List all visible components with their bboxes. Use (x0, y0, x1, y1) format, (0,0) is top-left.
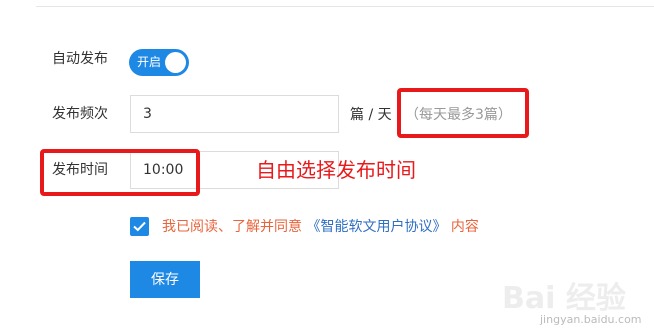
toggle-knob (165, 52, 186, 73)
frequency-label: 发布频次 (52, 106, 108, 122)
settings-page: 自动发布 开启 发布频次 3 篇 / 天 （每天最多3篇） 发布时间 10:00… (0, 0, 654, 334)
agreement-checkbox[interactable] (130, 217, 149, 236)
agreement-suffix: 内容 (450, 219, 479, 235)
watermark-url: jingyan.baidu.com (540, 313, 642, 326)
frequency-unit: 篇 / 天 (350, 107, 392, 123)
hint-highlight-box (397, 88, 529, 138)
agreement-row: 我已阅读、了解并同意 《智能软文用户协议》 内容 (162, 217, 479, 237)
auto-publish-label: 自动发布 (52, 51, 108, 67)
agreement-text: 我已阅读、了解并同意 (162, 219, 302, 235)
publish-time-highlight-box (40, 149, 200, 196)
top-divider (36, 6, 654, 7)
auto-publish-toggle[interactable]: 开启 (129, 49, 189, 76)
agreement-link[interactable]: 《智能软文用户协议》 (306, 219, 446, 235)
watermark-brand: Bai 经验 (502, 281, 626, 316)
save-button[interactable]: 保存 (130, 261, 200, 298)
frequency-input[interactable]: 3 (130, 95, 339, 133)
check-icon (133, 221, 146, 232)
annotation-text: 自由选择发布时间 (256, 158, 416, 182)
toggle-label: 开启 (137, 55, 162, 69)
